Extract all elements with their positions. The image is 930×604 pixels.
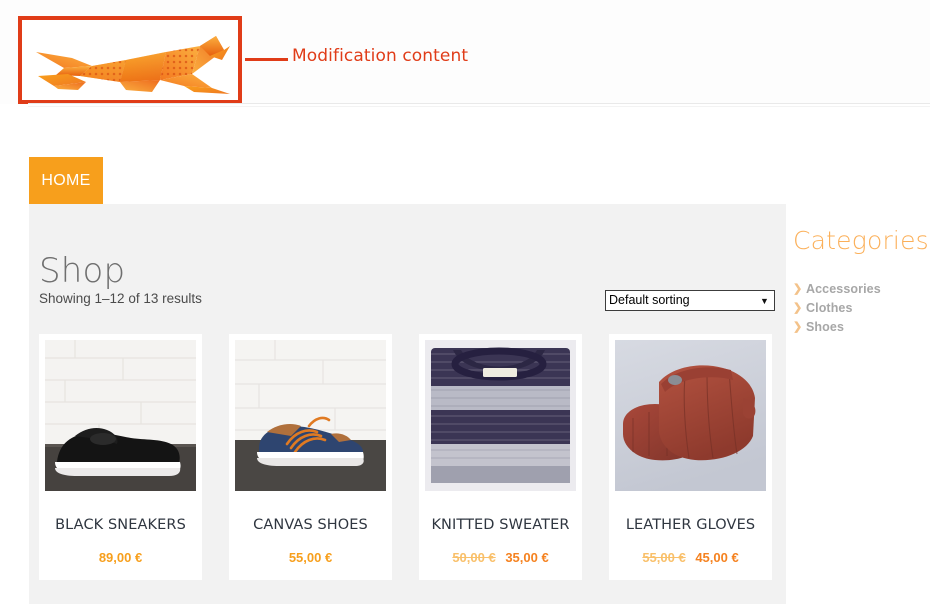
nav-tab-home[interactable]: HOME: [29, 157, 103, 204]
product-card[interactable]: KNITTED SWEATER 50,00 € 35,00 €: [419, 334, 582, 580]
sidebar-item-accessories[interactable]: ❯ Accessories: [793, 279, 930, 298]
price-current: 55,00 €: [288, 550, 333, 565]
annotation-label: Modification content: [292, 46, 469, 66]
product-card[interactable]: LEATHER GLOVES 55,00 € 45,00 €: [609, 334, 772, 580]
logo-highlight-box: [18, 16, 242, 104]
product-price: 50,00 € 35,00 €: [425, 550, 576, 565]
product-price: 89,00 €: [45, 550, 196, 565]
site-header: Modification content: [0, 0, 930, 107]
product-title[interactable]: LEATHER GLOVES: [615, 517, 766, 533]
price-current: 89,00 €: [98, 550, 143, 565]
price-current: 35,00 €: [505, 550, 549, 565]
product-card[interactable]: BLACK SNEAKERS 89,00 €: [39, 334, 202, 580]
product-card[interactable]: CANVAS SHOES 55,00 €: [229, 334, 392, 580]
chevron-right-icon: ❯: [793, 283, 803, 295]
sort-select[interactable]: Default sorting: [605, 290, 775, 311]
sidebar: Categories ❯ Accessories ❯ Clothes ❯ Sho…: [793, 226, 930, 336]
product-image-canvas-shoes[interactable]: [235, 340, 386, 491]
page-title: Shop: [39, 250, 126, 291]
sidebar-title: Categories: [793, 226, 929, 255]
product-price: 55,00 €: [235, 550, 386, 565]
product-price: 55,00 € 45,00 €: [615, 550, 766, 565]
sidebar-item-label: Shoes: [806, 319, 845, 334]
category-list: ❯ Accessories ❯ Clothes ❯ Shoes: [793, 279, 930, 336]
sidebar-item-shoes[interactable]: ❯ Shoes: [793, 317, 930, 336]
header-divider: [28, 103, 930, 104]
product-image-leather-gloves[interactable]: [615, 340, 766, 491]
product-title[interactable]: CANVAS SHOES: [235, 517, 386, 533]
sidebar-item-label: Accessories: [806, 281, 881, 296]
price-current: 45,00 €: [695, 550, 739, 565]
header-divider-secondary: [28, 106, 930, 107]
product-image-knitted-sweater[interactable]: [425, 340, 576, 491]
chevron-right-icon: ❯: [793, 302, 803, 314]
origami-cheetah-logo-icon[interactable]: [34, 30, 232, 96]
chevron-right-icon: ❯: [793, 321, 803, 333]
sidebar-item-label: Clothes: [806, 300, 853, 315]
sidebar-item-clothes[interactable]: ❯ Clothes: [793, 298, 930, 317]
product-image-black-sneakers[interactable]: [45, 340, 196, 491]
product-title[interactable]: BLACK SNEAKERS: [45, 517, 196, 533]
annotation-leader-line: [245, 58, 288, 61]
product-title[interactable]: KNITTED SWEATER: [425, 517, 576, 533]
price-original: 50,00 €: [452, 550, 496, 565]
product-grid: BLACK SNEAKERS 89,00 € CANVAS SHOES 55,0…: [39, 334, 772, 580]
results-count-text: Showing 1–12 of 13 results: [39, 291, 202, 306]
price-original: 55,00 €: [642, 550, 686, 565]
